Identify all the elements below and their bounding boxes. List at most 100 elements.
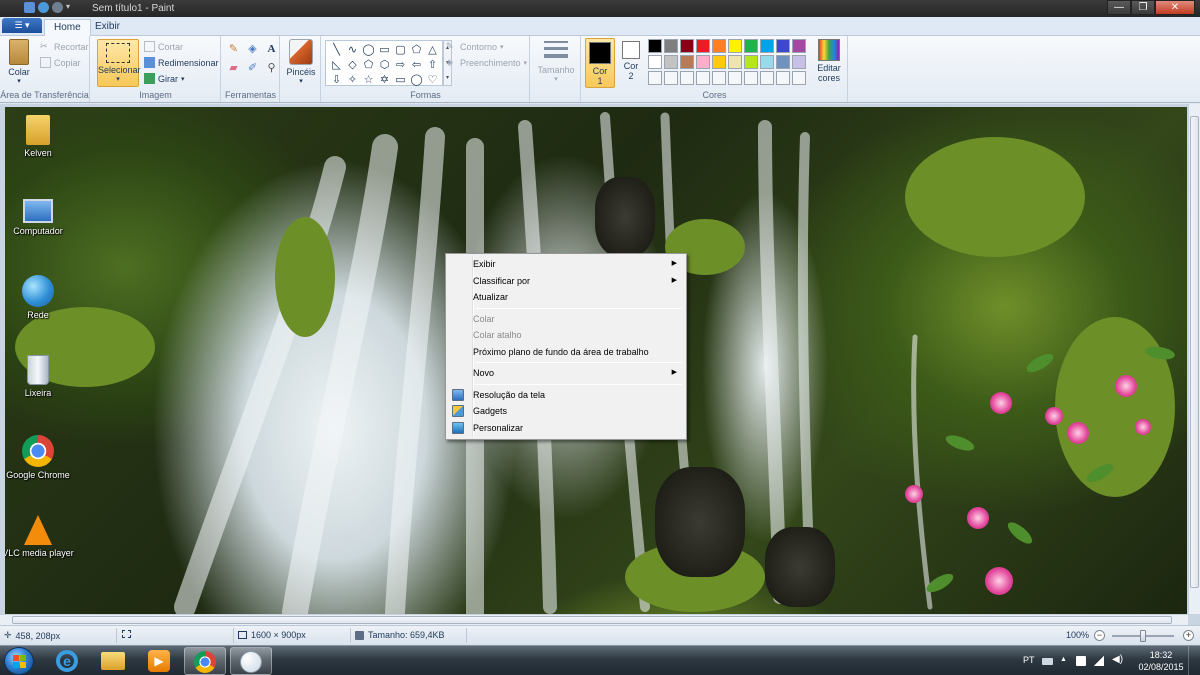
hexagon-shape-icon[interactable]: ⬡: [377, 58, 392, 72]
desktop-icon-computer[interactable]: Computador: [5, 195, 74, 236]
text-icon[interactable]: A: [264, 42, 279, 57]
palette-swatch[interactable]: [760, 55, 774, 69]
edit-colors-button[interactable]: Editar cores: [812, 39, 846, 83]
menu-item-personalizar[interactable]: Personalizar: [448, 420, 684, 437]
desktop-icon-vlc[interactable]: VLC media player: [5, 515, 74, 558]
palette-swatch[interactable]: [776, 39, 790, 53]
clock[interactable]: 18:32 02/08/2015: [1130, 649, 1192, 673]
palette-swatch[interactable]: [680, 39, 694, 53]
close-button[interactable]: ✕: [1155, 0, 1195, 15]
right-triangle-shape-icon[interactable]: ◺: [329, 58, 344, 72]
start-button[interactable]: [4, 647, 34, 675]
eraser-icon[interactable]: ▰: [226, 61, 241, 76]
polygon-shape-icon[interactable]: ⬠: [409, 43, 424, 57]
tab-home[interactable]: Home: [44, 19, 91, 36]
palette-swatch[interactable]: [792, 39, 806, 53]
select-button[interactable]: Selecionar ▾: [97, 39, 141, 87]
palette-swatch[interactable]: [712, 55, 726, 69]
color-picker-icon[interactable]: ✐: [245, 61, 260, 76]
callout-oval-shape-icon[interactable]: ◯: [409, 73, 424, 87]
palette-swatch[interactable]: [696, 55, 710, 69]
palette-swatch[interactable]: [680, 71, 694, 85]
curve-shape-icon[interactable]: ∿: [345, 43, 360, 57]
network-signal-icon[interactable]: [1094, 656, 1105, 666]
size-button[interactable]: Tamanho ▾: [536, 41, 576, 83]
minimize-button[interactable]: —: [1107, 0, 1131, 15]
horizontal-scrollbar[interactable]: [0, 614, 1188, 625]
volume-icon[interactable]: ◀): [1112, 654, 1123, 665]
rotate-button[interactable]: Girar ▾: [144, 73, 185, 84]
palette-swatch[interactable]: [664, 55, 678, 69]
palette-swatch[interactable]: [728, 55, 742, 69]
palette-swatch[interactable]: [648, 39, 662, 53]
palette-swatch[interactable]: [728, 39, 742, 53]
palette-swatch[interactable]: [712, 39, 726, 53]
color1-button[interactable]: Cor 1: [585, 38, 615, 88]
color2-button[interactable]: Cor 2: [617, 41, 645, 81]
desktop-icon-user[interactable]: Kelven: [5, 115, 74, 158]
oval-shape-icon[interactable]: ◯: [361, 43, 376, 57]
line-shape-icon[interactable]: ╲: [329, 43, 344, 57]
palette-swatch[interactable]: [744, 55, 758, 69]
resize-button[interactable]: Redimensionar: [144, 57, 219, 68]
save-icon[interactable]: [24, 2, 35, 13]
pentagon-shape-icon[interactable]: ⬠: [361, 58, 376, 72]
palette-swatch[interactable]: [744, 39, 758, 53]
palette-swatch[interactable]: [680, 55, 694, 69]
down-arrow-shape-icon[interactable]: ⇩: [329, 73, 344, 87]
palette-swatch[interactable]: [792, 55, 806, 69]
five-point-star-shape-icon[interactable]: ☆: [361, 73, 376, 87]
desktop-icon-chrome[interactable]: Google Chrome: [5, 435, 74, 480]
taskbar-internet-explorer[interactable]: e: [46, 647, 88, 675]
palette-swatch[interactable]: [760, 71, 774, 85]
zoom-in-button[interactable]: +: [1183, 630, 1194, 641]
rectangle-shape-icon[interactable]: ▭: [377, 43, 392, 57]
cut-button[interactable]: ✂ Recortar: [40, 41, 89, 52]
magnifier-icon[interactable]: ⚲: [264, 61, 279, 76]
paste-button[interactable]: Colar ▾: [4, 39, 34, 85]
redo-icon[interactable]: [52, 2, 63, 13]
palette-swatch[interactable]: [712, 71, 726, 85]
paint-menu-button[interactable]: ☰ ▾: [2, 18, 42, 33]
palette-swatch[interactable]: [776, 55, 790, 69]
right-arrow-shape-icon[interactable]: ⇨: [393, 58, 408, 72]
tab-view[interactable]: Exibir: [86, 19, 129, 36]
palette-swatch[interactable]: [664, 71, 678, 85]
menu-item-colar[interactable]: Colar: [448, 311, 684, 328]
menu-item-atualizar[interactable]: Atualizar: [448, 289, 684, 306]
six-point-star-shape-icon[interactable]: ✡: [377, 73, 392, 87]
fill-button[interactable]: ◈ Preenchimento ▾: [446, 57, 527, 68]
copy-button[interactable]: Copiar: [40, 57, 81, 68]
menu-item-resolucao-da-tela[interactable]: Resolução da tela: [448, 387, 684, 404]
undo-icon[interactable]: [38, 2, 49, 13]
heart-shape-icon[interactable]: ♡: [425, 73, 440, 87]
palette-swatch[interactable]: [776, 71, 790, 85]
vertical-scroll-thumb[interactable]: [1190, 116, 1199, 588]
palette-swatch[interactable]: [744, 71, 758, 85]
palette-swatch[interactable]: [648, 55, 662, 69]
callout-rect-shape-icon[interactable]: ▭: [393, 73, 408, 87]
brushes-button[interactable]: Pincéis ▾: [285, 39, 317, 85]
palette-swatch[interactable]: [696, 71, 710, 85]
shapes-gallery[interactable]: ╲ ∿ ◯ ▭ ▢ ⬠ △ ◺ ◇ ⬠ ⬡ ⇨ ⇦ ⇧ ⇩ ✧ ☆ ✡ ▭ ◯ …: [325, 40, 443, 86]
zoom-slider-handle[interactable]: [1140, 630, 1146, 642]
left-arrow-shape-icon[interactable]: ⇦: [409, 58, 424, 72]
palette-swatch[interactable]: [792, 71, 806, 85]
show-desktop-button[interactable]: [1188, 646, 1200, 675]
menu-item-gadgets[interactable]: Gadgets: [448, 403, 684, 420]
fill-bucket-icon[interactable]: ◈: [245, 42, 260, 57]
crop-button[interactable]: Cortar: [144, 41, 183, 52]
palette-swatch[interactable]: [648, 71, 662, 85]
menu-item-classificar-por[interactable]: Classificar por ▶: [448, 273, 684, 290]
outline-button[interactable]: ✎ Contorno ▾: [446, 41, 504, 52]
four-point-star-shape-icon[interactable]: ✧: [345, 73, 360, 87]
menu-item-colar-atalho[interactable]: Colar atalho: [448, 327, 684, 344]
taskbar-explorer[interactable]: [92, 647, 134, 675]
taskbar-chrome[interactable]: [184, 647, 226, 675]
menu-item-proximo-plano-de-fundo[interactable]: Próximo plano de fundo da área de trabal…: [448, 344, 684, 361]
taskbar-paint[interactable]: [230, 647, 272, 675]
chevron-down-icon[interactable]: ▾: [66, 2, 77, 13]
up-arrow-shape-icon[interactable]: ⇧: [425, 58, 440, 72]
menu-item-novo[interactable]: Novo ▶: [448, 365, 684, 382]
palette-swatch[interactable]: [728, 71, 742, 85]
